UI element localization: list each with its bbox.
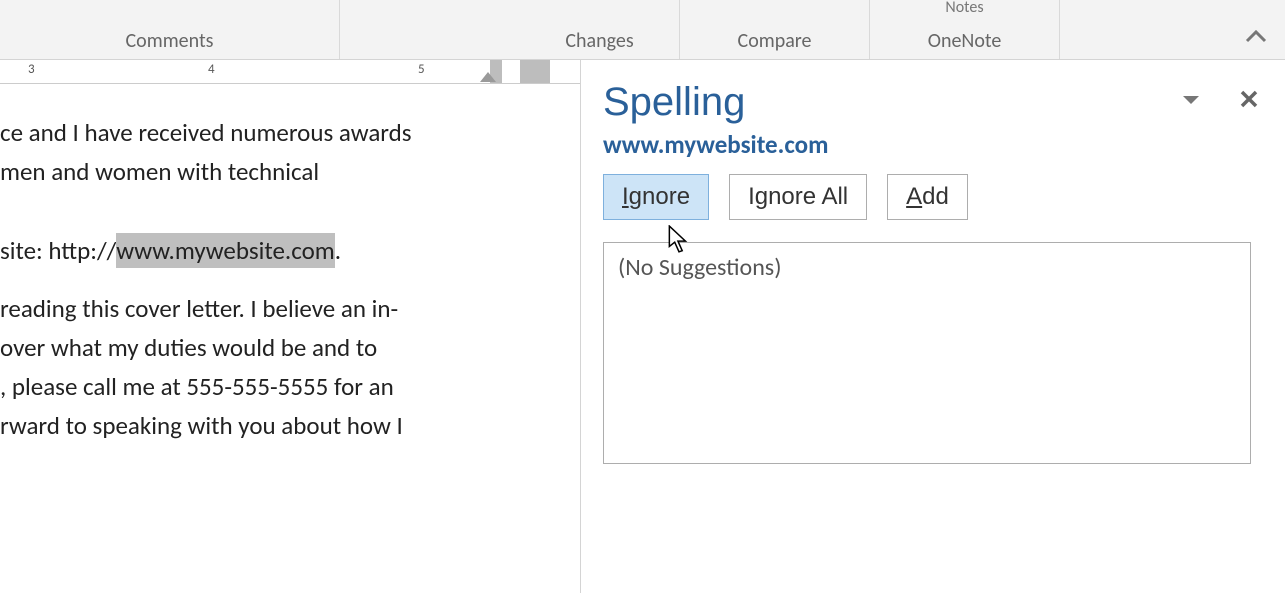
collapse-ribbon-icon[interactable]	[1245, 22, 1267, 49]
ribbon-group-onenote[interactable]: Notes OneNote	[870, 0, 1060, 59]
document-area: 3 4 5 ce and I have received numerous aw…	[0, 60, 580, 593]
ribbon-group-label: Compare	[738, 29, 812, 53]
paragraph[interactable]: site: http://www.mywebsite.com.	[0, 232, 580, 271]
spelling-buttons: Ignore Ignore All Add	[603, 174, 1263, 220]
no-suggestions-label: (No Suggestions)	[618, 253, 781, 282]
spelling-pane: Spelling www.mywebsite.com Ignore Ignore…	[580, 60, 1285, 593]
ribbon-group-compare[interactable]: Compare	[680, 0, 870, 59]
ribbon-group-changes[interactable]: Changes	[520, 0, 680, 59]
ruler-mark: 5	[418, 62, 425, 77]
ignore-all-button[interactable]: Ignore All	[729, 174, 867, 220]
ribbon-group-label: OneNote	[928, 29, 1002, 53]
pane-options-icon[interactable]	[1181, 88, 1201, 112]
document-page[interactable]: ce and I have received numerous awards m…	[0, 84, 580, 445]
ribbon-spacer	[340, 0, 520, 59]
close-icon[interactable]	[1239, 82, 1259, 117]
ruler-mark: 3	[28, 62, 35, 77]
flagged-word: www.mywebsite.com	[603, 129, 1263, 160]
paragraph[interactable]: reading this cover letter. I believe an …	[0, 290, 580, 445]
workspace: 3 4 5 ce and I have received numerous aw…	[0, 60, 1285, 593]
ribbon-group-comments[interactable]: Comments	[0, 0, 340, 59]
add-button[interactable]: Add	[887, 174, 968, 220]
ribbon-group-label: Comments	[126, 29, 214, 53]
highlighted-text[interactable]: www.mywebsite.com	[116, 233, 334, 268]
ribbon-group-label: Changes	[565, 29, 633, 53]
suggestions-list[interactable]: (No Suggestions)	[603, 242, 1251, 464]
paragraph[interactable]: ce and I have received numerous awards m…	[0, 114, 580, 192]
ruler-mark: 4	[208, 62, 215, 77]
ignore-button[interactable]: Ignore	[603, 174, 709, 220]
ruler-indent-marker[interactable]	[480, 72, 496, 82]
horizontal-ruler[interactable]: 3 4 5	[0, 60, 580, 84]
ribbon: Comments Changes Compare Notes OneNote	[0, 0, 1285, 60]
ribbon-caption: Notes	[945, 0, 983, 17]
pane-title: Spelling	[603, 80, 1263, 125]
